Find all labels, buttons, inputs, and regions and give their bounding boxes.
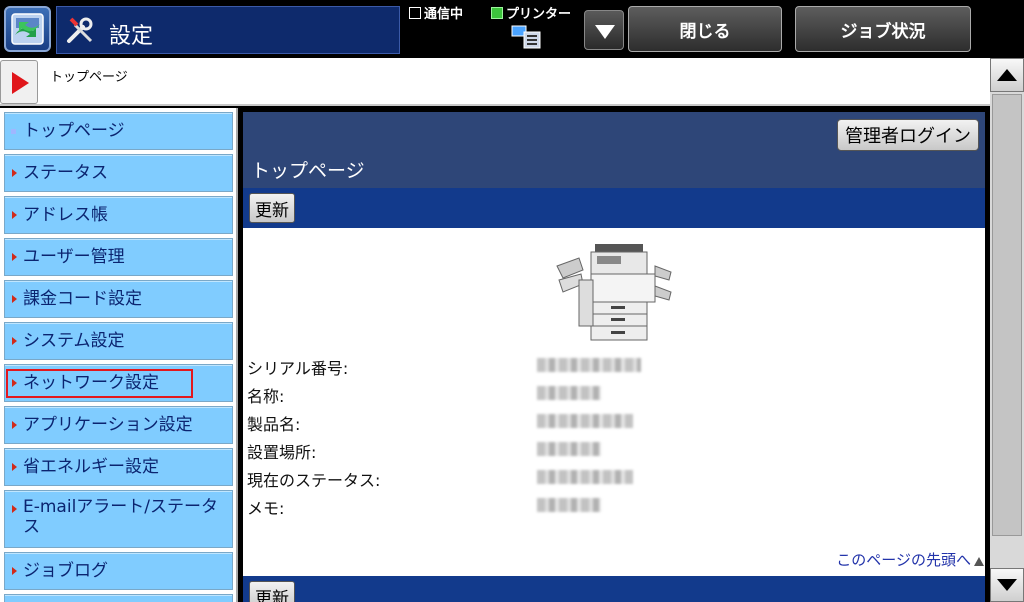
status-printer: プリンター [491,3,571,22]
bottom-action-bar: 更新 [243,576,985,602]
bullet-arrow-icon [12,463,17,471]
redacted-status [537,470,633,484]
status-dropdown-button[interactable] [584,10,624,50]
info-label-location: 設置場所: [247,443,317,462]
printer-active-indicator [491,6,503,19]
info-label-memo: メモ: [247,499,285,518]
sidebar-item-label: E-mailアラート/ステータス [23,497,219,537]
redacted-name [537,386,601,400]
job-status-button[interactable]: ジョブ状況 [795,6,971,52]
wrench-screwdriver-icon [65,15,95,49]
sidebar-item-energy-saving[interactable]: 省エネルギー設定 [4,448,233,486]
sidebar-item-status[interactable]: ステータス [4,154,233,192]
sidebar-item-address-book[interactable]: アドレス帳 [4,196,233,234]
sidebar-item-label: システム設定 [23,331,125,351]
bullet-arrow-icon [12,505,17,513]
sidebar-item-label: ジョブログ [23,561,108,581]
sidebar-item-label: ユーザー管理 [23,247,125,267]
sidebar-item-label: 課金コード設定 [23,289,142,309]
action-bar: 更新 [243,188,985,228]
sidebar-item-label: 省エネルギー設定 [23,457,159,477]
sidebar-item-application-settings[interactable]: アプリケーション設定 [4,406,233,444]
breadcrumb-bar: トップページ [0,58,990,106]
page-title: トップページ [251,160,365,182]
close-button[interactable]: 閉じる [628,6,782,52]
arrow-up-icon [974,557,984,566]
status-communicating: 通信中 [409,3,463,22]
refresh-button[interactable]: 更新 [249,193,295,223]
status-comm-label: 通信中 [424,7,464,22]
breadcrumb: トップページ [50,70,128,85]
title-panel: 設定 [56,6,400,54]
info-label-name: 名称: [247,387,285,406]
panel-header: 管理者ログイン トップページ [243,112,985,188]
home-button[interactable] [4,6,51,52]
main-content: 管理者ログイン トップページ 更新 シリアル番号: 名称: 製品名: 設置場所: [243,112,985,602]
vertical-scrollbar[interactable] [990,58,1024,602]
chevron-down-icon [595,25,615,39]
printer-status-icon [510,22,544,54]
sidebar-nav: トップページ ステータス アドレス帳 ユーザー管理 課金コード設定 システム設定… [0,108,238,602]
scrollbar-thumb[interactable] [992,94,1022,536]
top-bar: 設定 通信中 プリンター 閉じる ジョブ状況 [0,0,1024,58]
checkbox-icon [409,6,421,19]
redacted-product [537,414,633,428]
sidebar-item-label: アドレス帳 [23,205,108,225]
sidebar-item-job-log[interactable]: ジョブログ [4,552,233,590]
breadcrumb-toggle-button[interactable] [0,60,38,104]
status-printer-label: プリンター [506,7,572,22]
bullet-arrow-icon [12,169,17,177]
scroll-down-button[interactable] [990,568,1024,602]
scroll-up-button[interactable] [990,58,1024,92]
home-menu-icon [11,13,44,45]
sidebar-item-system-settings[interactable]: システム設定 [4,322,233,360]
info-label-serial: シリアル番号: [247,359,349,378]
bullet-arrow-icon [12,337,17,345]
selection-highlight [6,369,193,398]
bullet-arrow-icon [12,211,17,219]
bullet-arrow-icon [12,421,17,429]
sidebar-item-label: ステータス [23,163,108,183]
back-to-top-link[interactable]: このページの先頭へ [836,549,971,570]
redacted-location [537,442,601,456]
bullet-arrow-icon [12,295,17,303]
bullet-arrow-icon [12,253,17,261]
sidebar-item-top-page[interactable]: トップページ [4,112,233,150]
bullet-arrow-icon [12,567,17,575]
mfp-machine-icon [555,240,673,352]
info-label-current-status: 現在のステータス: [247,471,381,490]
arrow-down-icon [997,579,1017,591]
refresh-button-bottom[interactable]: 更新 [249,581,295,602]
page-title-header: 設定 [109,24,154,49]
sidebar-item-label: トップページ [23,121,125,141]
arrow-up-icon [997,69,1017,81]
sidebar-item-email-alert[interactable]: E-mailアラート/ステータス [4,490,233,548]
redacted-serial [537,358,641,372]
admin-login-button[interactable]: 管理者ログイン [837,119,979,151]
sidebar-item-user-management[interactable]: ユーザー管理 [4,238,233,276]
play-arrow-icon [12,72,29,94]
redacted-memo [537,498,601,512]
sidebar-item-billing-code[interactable]: 課金コード設定 [4,280,233,318]
bullet-icon [11,129,16,134]
sidebar-item-partial[interactable] [4,594,233,602]
sidebar-item-label: アプリケーション設定 [23,415,193,435]
info-label-product: 製品名: [247,415,301,434]
